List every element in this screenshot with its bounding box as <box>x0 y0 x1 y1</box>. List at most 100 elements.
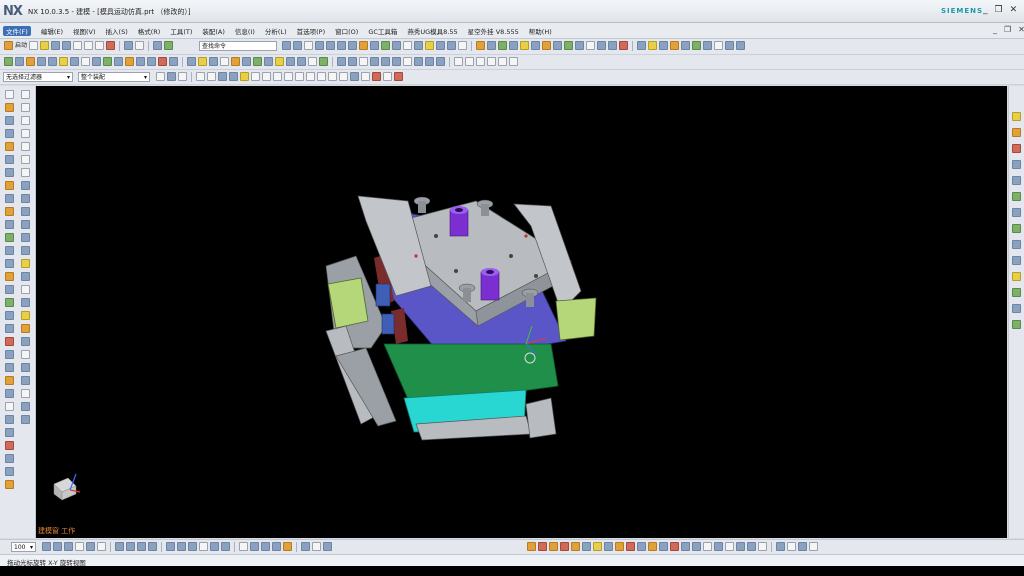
undo-icon[interactable] <box>124 41 134 50</box>
mold-wizard-icon[interactable] <box>1012 224 1021 233</box>
unsuppress-feature-icon[interactable] <box>209 57 218 66</box>
show-hide-icon[interactable] <box>403 41 412 50</box>
bridge-curve-icon[interactable] <box>436 57 445 66</box>
menu-insert[interactable]: 插入(S) <box>106 26 128 36</box>
measure-distance-icon[interactable] <box>714 41 723 50</box>
dimension-icon[interactable] <box>166 542 175 551</box>
intersection-point-icon[interactable] <box>284 72 293 81</box>
pdf-export-icon[interactable] <box>231 57 240 66</box>
patch-icon[interactable] <box>670 41 679 50</box>
split-body-icon[interactable] <box>637 41 646 50</box>
layer-visibility-icon[interactable] <box>301 542 310 551</box>
slot-icon[interactable] <box>21 324 30 333</box>
trim-mold-icon[interactable] <box>692 542 701 551</box>
scale-icon[interactable] <box>21 402 30 411</box>
snap-view-icon[interactable] <box>436 41 445 50</box>
cooling-icon[interactable] <box>670 542 679 551</box>
image-capture-icon[interactable] <box>242 57 251 66</box>
mid-point-icon[interactable] <box>262 72 271 81</box>
pocket-icon[interactable] <box>5 155 14 164</box>
trim-icon[interactable] <box>5 220 14 229</box>
shell-icon[interactable] <box>5 194 14 203</box>
wrap-icon[interactable] <box>21 389 30 398</box>
datum-plane-icon[interactable] <box>509 41 518 50</box>
thread-icon[interactable] <box>21 350 30 359</box>
snap-point-icon[interactable] <box>240 72 249 81</box>
pole-icon[interactable] <box>361 72 370 81</box>
menu-preferences[interactable]: 首选项(P) <box>297 26 326 36</box>
start-icon[interactable] <box>4 41 13 50</box>
scale-body-icon[interactable] <box>158 57 167 66</box>
studio-icon[interactable] <box>787 542 796 551</box>
delete-icon[interactable] <box>106 41 116 50</box>
clear-snap-icon[interactable] <box>372 72 381 81</box>
process-studio-icon[interactable] <box>1012 304 1021 313</box>
electrode-icon[interactable] <box>681 542 690 551</box>
bounding-body-icon[interactable] <box>703 41 712 50</box>
end-point-icon[interactable] <box>251 72 260 81</box>
menu-assembly[interactable]: 装配(A) <box>202 26 225 36</box>
remove-parameters-icon[interactable] <box>220 57 229 66</box>
general-select-icon[interactable] <box>156 72 165 81</box>
pattern-icon[interactable] <box>5 246 14 255</box>
perspective-icon[interactable] <box>370 41 379 50</box>
text-curve-icon[interactable] <box>498 57 507 66</box>
command-finder-icon[interactable] <box>153 41 163 50</box>
zoom-in-out-icon[interactable] <box>86 542 95 551</box>
quick-trim-icon[interactable] <box>381 57 390 66</box>
arc-circle-icon[interactable] <box>454 57 463 66</box>
wcs-display-icon[interactable] <box>283 542 292 551</box>
point-set-icon[interactable] <box>509 57 518 66</box>
groove-icon[interactable] <box>21 311 30 320</box>
history-icon[interactable] <box>1012 160 1021 169</box>
block-icon[interactable] <box>21 233 30 242</box>
transform-icon[interactable] <box>21 415 30 424</box>
chamfer-icon[interactable] <box>5 181 14 190</box>
thicken-icon[interactable] <box>5 324 14 333</box>
intersect-icon[interactable] <box>5 285 14 294</box>
front-view-icon[interactable] <box>115 542 124 551</box>
spline-icon[interactable] <box>21 155 30 164</box>
component-array-icon[interactable] <box>286 57 295 66</box>
wave-linker-icon[interactable] <box>692 41 701 50</box>
exploded-view-icon[interactable] <box>308 57 317 66</box>
extract-geometry-icon[interactable] <box>681 41 690 50</box>
point-icon[interactable] <box>531 41 540 50</box>
partial-shading-icon[interactable] <box>809 542 818 551</box>
close-button[interactable]: ✕ <box>1010 5 1018 15</box>
pocket-cut-icon[interactable] <box>703 542 712 551</box>
wave-geometry-icon[interactable] <box>319 57 328 66</box>
wireframe-icon[interactable] <box>304 41 313 50</box>
project-curve-icon[interactable] <box>414 57 423 66</box>
cone-icon[interactable] <box>21 259 30 268</box>
zoom-select[interactable]: 100 ▾ <box>11 542 36 552</box>
offset-face-icon[interactable] <box>586 41 595 50</box>
check-icon[interactable] <box>5 441 14 450</box>
menu-information[interactable]: 信息(I) <box>235 26 255 36</box>
sketch-fillet-icon[interactable] <box>370 57 379 66</box>
draft-icon[interactable] <box>92 57 101 66</box>
minimize-button[interactable]: _ <box>983 5 988 15</box>
slider-lifter-icon[interactable] <box>626 542 635 551</box>
restore-icon[interactable] <box>447 41 456 50</box>
section-icon[interactable] <box>5 415 14 424</box>
suppress-feature-icon[interactable] <box>198 57 207 66</box>
redo-icon[interactable] <box>135 41 145 50</box>
snap-grid-icon[interactable] <box>239 542 248 551</box>
show-selection-icon[interactable] <box>383 72 392 81</box>
thread-icon[interactable] <box>487 41 496 50</box>
shrinkage-icon[interactable] <box>538 542 547 551</box>
unite-icon[interactable] <box>5 259 14 268</box>
sketch-icon[interactable] <box>498 41 507 50</box>
replace-face-icon[interactable] <box>597 41 606 50</box>
arc-icon[interactable] <box>21 103 30 112</box>
copy-icon[interactable] <box>84 41 94 50</box>
helix-icon[interactable] <box>487 57 496 66</box>
show-constraints-icon[interactable] <box>210 542 219 551</box>
zoom-icon[interactable] <box>326 41 335 50</box>
menu-analysis[interactable]: 分析(L) <box>265 26 287 36</box>
web-browser-icon[interactable] <box>1012 176 1021 185</box>
intersect-icon[interactable] <box>48 57 57 66</box>
top-view-icon[interactable] <box>126 542 135 551</box>
body-select-icon[interactable] <box>229 72 238 81</box>
